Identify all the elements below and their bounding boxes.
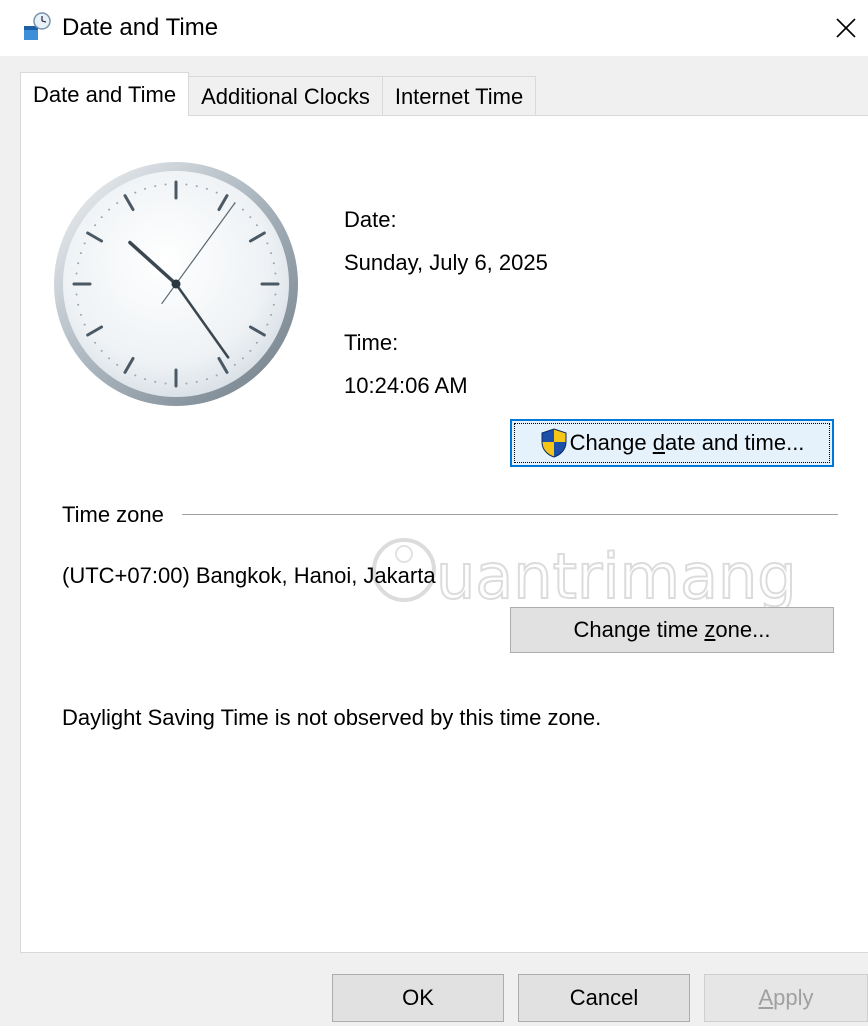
clock-minute-dot (164, 382, 167, 385)
clock-minute-dot (266, 242, 269, 245)
clock-minute-dot (249, 349, 252, 352)
clock-minute-dot (94, 341, 97, 344)
title-bar: Date and Time (0, 0, 868, 56)
clock-minute-dot (134, 191, 137, 194)
apply-button[interactable]: Apply (704, 974, 868, 1022)
clock-minute-dot (272, 262, 275, 265)
dst-note: Daylight Saving Time is not observed by … (62, 705, 602, 730)
change-date-and-time-button[interactable]: Change date and time... (510, 419, 834, 467)
clock-minute-dot (195, 185, 198, 188)
apply-label: Apply (758, 985, 814, 1010)
clock-minute-dot (144, 187, 147, 190)
time-label: Time: (344, 330, 399, 355)
time-zone-value: (UTC+07:00) Bangkok, Hanoi, Jakarta (62, 563, 436, 588)
time-zone-section-label: Time zone (62, 502, 164, 527)
clock-minute-dot (255, 224, 258, 227)
clock-minute-dot (164, 183, 167, 186)
time-zone-divider (182, 514, 838, 515)
clock-minute-dot (274, 293, 277, 296)
analog-clock (54, 162, 298, 406)
clock-minute-dot (116, 363, 119, 366)
clock-minute-dot (75, 272, 78, 275)
clock-minute-dot (77, 303, 80, 306)
clock-minute-dot (134, 374, 137, 377)
clock-center-pin (171, 279, 181, 289)
clock-minute-dot (272, 303, 275, 306)
clock-minute-dot (274, 272, 277, 275)
date-label: Date: (344, 207, 397, 232)
clock-minute-dot (266, 323, 269, 326)
uac-shield-icon (541, 428, 567, 458)
ok-button[interactable]: OK (332, 974, 504, 1022)
date-value: Sunday, July 6, 2025 (344, 250, 548, 275)
clock-minute-dot (100, 349, 103, 352)
tab-additional-clocks[interactable]: Additional Clocks (188, 76, 383, 116)
clock-minute-dot (154, 185, 157, 188)
clock-minute-dot (215, 374, 218, 377)
tab-strip: Date and Time Additional Clocks Internet… (20, 72, 537, 116)
clock-minute-dot (116, 202, 119, 205)
clock-minute-dot (79, 252, 82, 255)
clock-minute-dot (195, 380, 198, 383)
cancel-button[interactable]: Cancel (518, 974, 690, 1022)
clock-minute-dot (241, 208, 244, 211)
clock-minute-dot (270, 313, 273, 316)
clock-minute-dot (205, 187, 208, 190)
clock-minute-dot (83, 323, 86, 326)
clock-minute-dot (77, 262, 80, 265)
clock-minute-dot (75, 293, 78, 296)
close-icon (836, 18, 856, 38)
clock-minute-dot (255, 341, 258, 344)
window-title: Date and Time (62, 14, 219, 41)
clock-minute-dot (233, 363, 236, 366)
clock-minute-dot (83, 242, 86, 245)
clock-minute-dot (215, 191, 218, 194)
clock-minute-dot (270, 252, 273, 255)
date-time-control-panel-icon (24, 12, 51, 40)
clock-minute-dot (205, 378, 208, 381)
clock-minute-dot (185, 183, 188, 186)
clock-minute-dot (94, 224, 97, 227)
close-button[interactable] (824, 4, 868, 52)
clock-minute-dot (108, 208, 111, 211)
clock-minute-dot (79, 313, 82, 316)
clock-minute-dot (144, 378, 147, 381)
clock-minute-dot (241, 357, 244, 360)
change-time-zone-button[interactable]: Change time zone... (510, 607, 834, 653)
clock-minute-dot (100, 216, 103, 219)
tab-internet-time[interactable]: Internet Time (381, 76, 537, 116)
change-date-and-time-label: Change date and time... (569, 430, 805, 455)
tab-date-and-time[interactable]: Date and Time (20, 72, 190, 116)
clock-minute-dot (249, 216, 252, 219)
time-value: 10:24:06 AM (344, 373, 468, 398)
clock-minute-dot (185, 382, 188, 385)
change-time-zone-label: Change time zone... (573, 617, 771, 642)
clock-minute-dot (108, 357, 111, 360)
clock-minute-dot (154, 380, 157, 383)
